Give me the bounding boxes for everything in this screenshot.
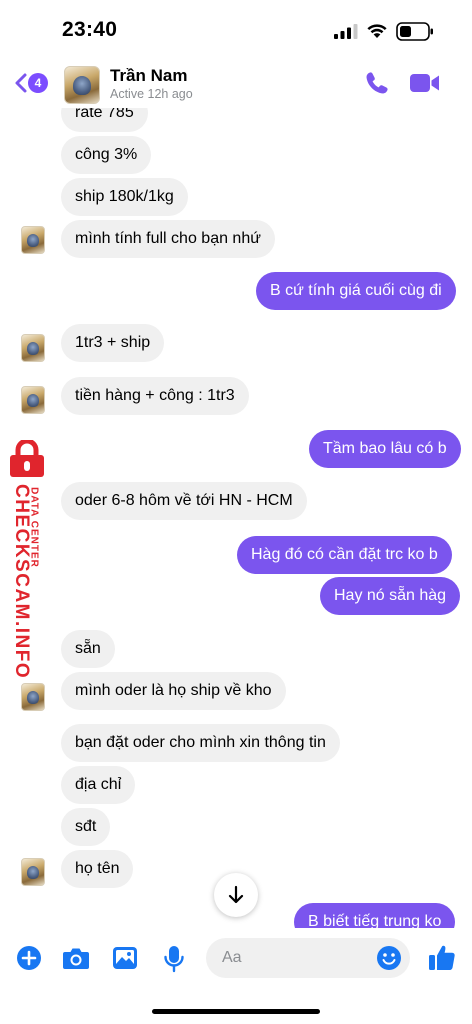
message-bubble-incoming[interactable]: oder 6-8 hôm về tới HN - HCM — [61, 482, 307, 520]
thumbs-up-icon[interactable] — [428, 943, 456, 971]
message-composer — [0, 928, 472, 988]
message-bubble-incoming[interactable]: 1tr3 + ship — [61, 324, 165, 362]
status-bar: 23:40 — [0, 0, 472, 60]
message-bubble-incoming[interactable]: sđt — [61, 808, 111, 846]
microphone-icon[interactable] — [163, 945, 185, 973]
plus-icon[interactable] — [16, 945, 42, 971]
message-bubble-outgoing[interactable]: Tầm bao lâu có b — [309, 430, 461, 468]
checkscam-watermark: DATA CENTER CHECKSCAM.INFO — [0, 440, 60, 679]
message-bubble-outgoing[interactable]: Hàg đó có cần đặt trc ko b — [237, 536, 452, 574]
lock-icon — [10, 440, 44, 477]
message-bubble-incoming[interactable]: rate 785 — [61, 108, 148, 132]
message-bubble-incoming[interactable]: mình oder là họ ship về kho — [61, 672, 286, 710]
message-list[interactable]: rate 785 công 3% ship 180k/1kg mình tính… — [0, 108, 472, 928]
sender-avatar[interactable] — [21, 334, 45, 362]
phone-call-icon[interactable] — [364, 70, 390, 96]
message-bubble-incoming[interactable]: họ tên — [61, 850, 134, 888]
message-bubble-incoming[interactable]: ship 180k/1kg — [61, 178, 188, 216]
conversation-header: 4 Trần Nam Active 12h ago — [0, 60, 472, 108]
back-chevron-icon[interactable] — [14, 72, 28, 94]
message-bubble-incoming[interactable]: tiền hàng + công : 1tr3 — [61, 377, 249, 415]
scroll-to-bottom-button[interactable] — [214, 873, 258, 917]
sender-avatar[interactable] — [21, 858, 45, 886]
sender-avatar[interactable] — [21, 683, 45, 711]
message-bubble-outgoing[interactable]: B biết tiếg trung ko — [294, 903, 456, 928]
signal-icon — [334, 24, 358, 39]
contact-avatar[interactable] — [64, 66, 100, 104]
status-time: 23:40 — [62, 18, 118, 41]
video-call-icon[interactable] — [409, 72, 441, 94]
sender-avatar[interactable] — [21, 386, 45, 414]
gallery-icon[interactable] — [112, 945, 138, 971]
message-bubble-outgoing[interactable]: Hay nó sẵn hàg — [320, 577, 461, 615]
contact-name[interactable]: Trần Nam — [110, 66, 187, 86]
home-indicator — [152, 1009, 320, 1014]
unread-count-badge[interactable]: 4 — [28, 73, 48, 93]
message-bubble-incoming[interactable]: bạn đặt oder cho mình xin thông tin — [61, 724, 340, 762]
message-bubble-incoming[interactable]: sẵn — [61, 630, 115, 668]
battery-icon — [396, 22, 433, 41]
arrow-down-icon — [228, 885, 244, 904]
watermark-title: CHECKSCAM.INFO — [11, 484, 32, 680]
message-bubble-incoming[interactable]: địa chỉ — [61, 766, 136, 804]
message-bubble-outgoing[interactable]: B cứ tính giá cuối cùg đi — [256, 272, 456, 310]
emoji-icon[interactable] — [376, 945, 402, 971]
message-bubble-incoming[interactable]: công 3% — [61, 136, 152, 174]
wifi-icon — [367, 24, 387, 38]
contact-active-status: Active 12h ago — [110, 87, 193, 101]
camera-icon[interactable] — [62, 945, 90, 971]
message-bubble-incoming[interactable]: mình tính full cho bạn nhứ — [61, 220, 275, 258]
sender-avatar[interactable] — [21, 226, 45, 254]
